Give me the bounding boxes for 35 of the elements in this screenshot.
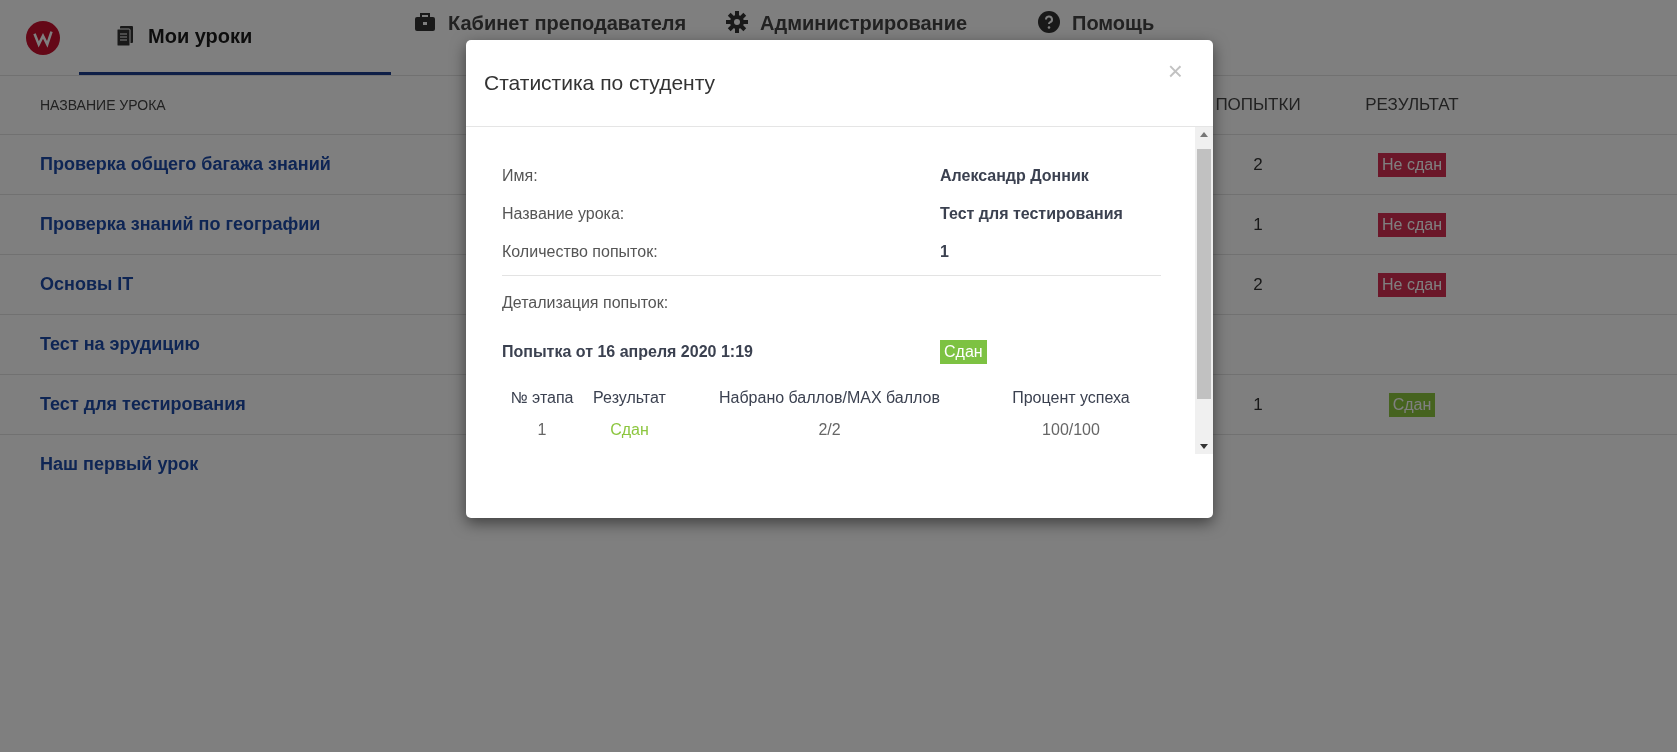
- scrollbar[interactable]: [1195, 127, 1213, 454]
- section-label: Детализация попыток:: [502, 294, 670, 312]
- nav-tab[interactable]: Мои уроки: [79, 0, 391, 75]
- result-badge: Не сдан: [1378, 212, 1446, 237]
- field-value: 1: [940, 243, 949, 261]
- column-header: Набрано баллов/MAX баллов: [717, 389, 941, 407]
- gear-icon: [726, 11, 748, 33]
- field-label: Количество попыток:: [502, 243, 659, 261]
- field-value: Тест для тестирования: [940, 205, 1123, 223]
- logo-icon[interactable]: [26, 21, 60, 55]
- stage-result: Сдан: [609, 421, 650, 439]
- result-badge: Сдан: [1388, 392, 1436, 417]
- attempt-title: Попытка от 16 апреля 2020 1:19: [502, 343, 754, 361]
- column-header: Результат: [592, 389, 667, 407]
- attempts-count: 2: [1253, 274, 1263, 294]
- stage-number: 1: [536, 421, 548, 439]
- column-header: № этапа: [509, 389, 575, 407]
- help-icon: [1038, 11, 1060, 33]
- column-header: ПОПЫТКИ: [1214, 95, 1302, 115]
- column-header: Процент успеха: [1011, 389, 1131, 407]
- score-value: 2/2: [817, 421, 842, 439]
- field-label: Название урока:: [502, 205, 626, 223]
- attempts-count: 1: [1253, 214, 1263, 234]
- field-label: Имя:: [502, 167, 539, 185]
- column-header: РЕЗУЛЬТАТ: [1364, 95, 1460, 115]
- result-badge: Не сдан: [1378, 272, 1446, 297]
- attempts-count: 2: [1253, 154, 1263, 174]
- document-icon: [114, 25, 136, 47]
- briefcase-icon: [414, 11, 436, 33]
- result-badge: Сдан: [940, 340, 987, 364]
- percent-value: 100/100: [1041, 421, 1101, 439]
- attempts-count: 1: [1253, 394, 1263, 414]
- field-value: Александр Донник: [940, 167, 1089, 185]
- column-header: НАЗВАНИЕ УРОКА: [40, 97, 167, 113]
- result-badge: Не сдан: [1378, 152, 1446, 177]
